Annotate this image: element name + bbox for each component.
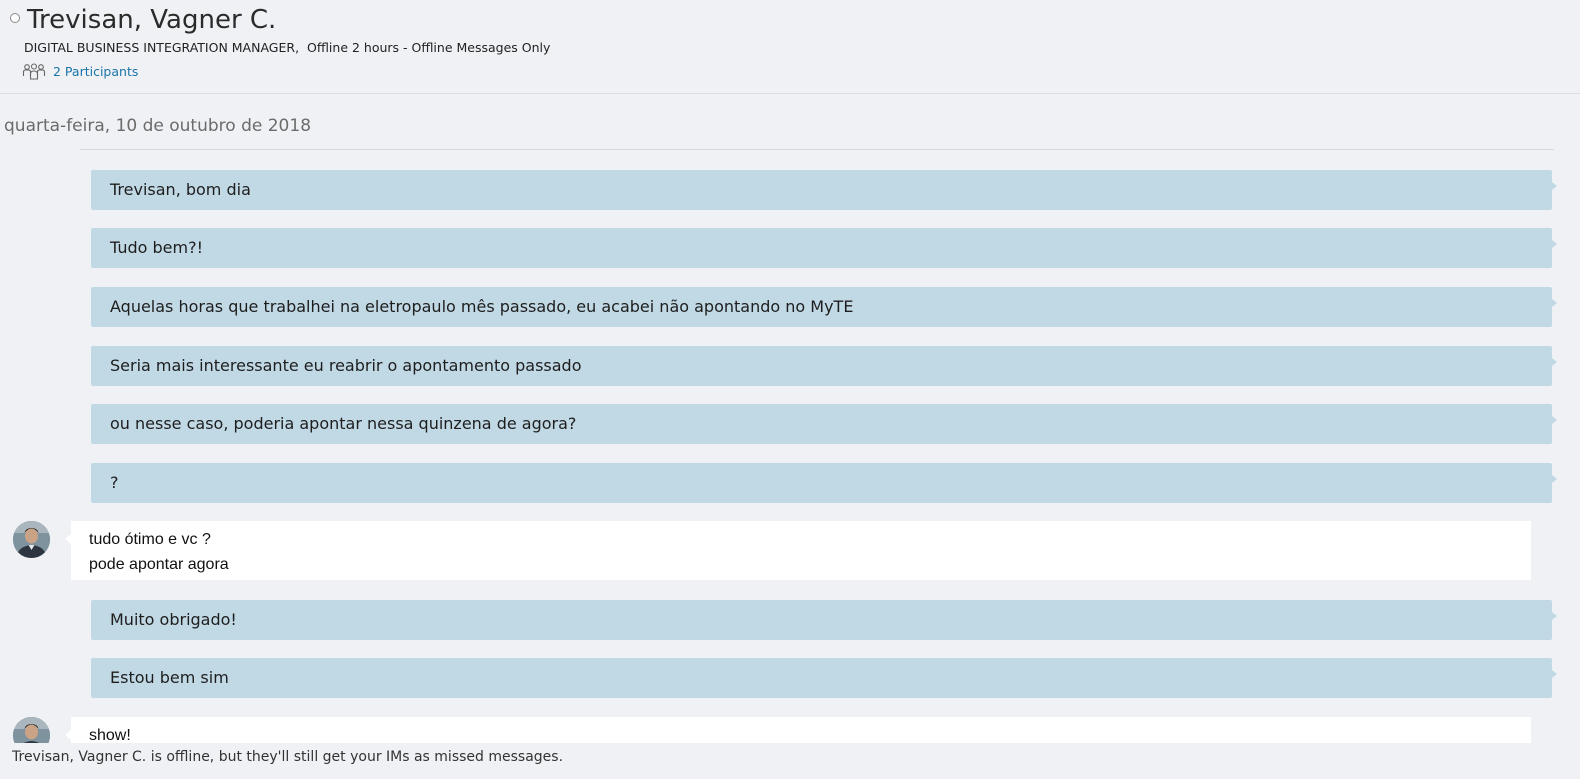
- presence-status-icon: [10, 13, 20, 23]
- outgoing-message[interactable]: Tudo bem?!: [91, 228, 1557, 268]
- outgoing-message[interactable]: ou nesse caso, poderia apontar nessa qui…: [91, 404, 1557, 444]
- outgoing-message[interactable]: ?: [91, 463, 1557, 503]
- date-divider: [80, 149, 1554, 150]
- offline-notice: Trevisan, Vagner C. is offline, but they…: [12, 749, 564, 765]
- incoming-message-line: tudo ótimo e vc ?: [89, 531, 211, 548]
- outgoing-message[interactable]: Trevisan, bom dia: [91, 170, 1557, 210]
- participants-link[interactable]: 2 Participants: [53, 64, 138, 80]
- presence-status-text: Offline 2 hours - Offline Messages Only: [307, 40, 551, 55]
- conversation-header: Trevisan, Vagner C. DIGITAL BUSINESS INT…: [0, 0, 1580, 94]
- outgoing-message[interactable]: Seria mais interessante eu reabrir o apo…: [91, 346, 1557, 386]
- avatar-photo: [13, 521, 50, 558]
- status-separator: ,: [295, 40, 307, 55]
- outgoing-message[interactable]: Estou bem sim: [91, 658, 1557, 698]
- outgoing-message[interactable]: Muito obrigado!: [91, 600, 1557, 640]
- contact-job-title: DIGITAL BUSINESS INTEGRATION MANAGER: [24, 40, 296, 55]
- contact-name[interactable]: Trevisan, Vagner C.: [27, 3, 276, 37]
- offline-notice-bar: Trevisan, Vagner C. is offline, but they…: [0, 743, 1580, 779]
- incoming-message-line: pode apontar agora: [89, 556, 229, 573]
- outgoing-message[interactable]: Aquelas horas que trabalhei na eletropau…: [91, 287, 1557, 327]
- contact-avatar[interactable]: [13, 521, 50, 558]
- contact-status-line: DIGITAL BUSINESS INTEGRATION MANAGER, Of…: [24, 40, 550, 56]
- date-separator: quarta-feira, 10 de outubro de 2018: [4, 116, 312, 136]
- participants-icon[interactable]: [22, 63, 46, 81]
- incoming-message[interactable]: tudo ótimo e vc ? pode apontar agora: [65, 521, 1531, 580]
